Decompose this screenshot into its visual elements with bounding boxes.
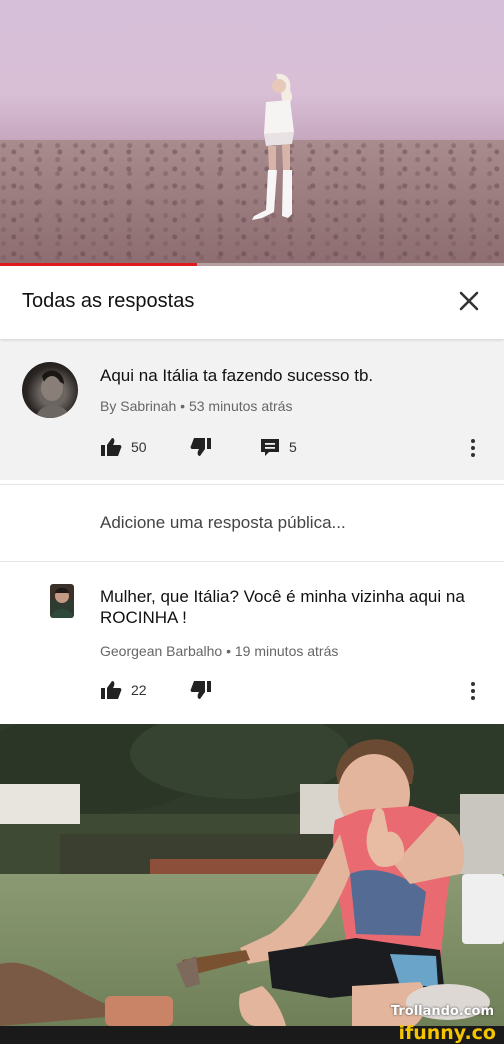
- thumbs-up-icon: [101, 681, 122, 699]
- trollando-watermark: Trollando.com: [390, 1004, 494, 1019]
- comment-actions: 22: [100, 679, 490, 703]
- add-reply-box: Adicione uma resposta pública...: [0, 484, 504, 562]
- reply-count: 5: [289, 439, 297, 455]
- comment-actions: 50 5: [100, 436, 490, 460]
- like-button[interactable]: 22: [100, 679, 147, 701]
- comment-icon: [261, 439, 279, 456]
- video-frame-person: [252, 73, 294, 220]
- replies-title: Todas as respostas: [22, 290, 195, 312]
- comment-meta: Georgean Barbalho • 19 minutos atrás: [100, 643, 339, 659]
- reaction-photo: [0, 724, 504, 1026]
- more-options-icon[interactable]: [466, 436, 480, 460]
- like-count: 50: [131, 439, 147, 455]
- avatar-photo: [36, 370, 70, 418]
- comment-meta: By Sabrinah • 53 minutos atrás: [100, 398, 293, 414]
- comment-text: Mulher, que Itália? Você é minha vizinha…: [100, 587, 465, 627]
- thumbs-down-icon: [190, 438, 211, 456]
- reply-input[interactable]: Adicione uma resposta pública...: [100, 513, 346, 533]
- parent-comment: Aqui na Itália ta fazendo sucesso tb. By…: [0, 342, 504, 480]
- avatar-photo: [51, 587, 73, 618]
- boy-thumbs-up-photo: [0, 724, 504, 1026]
- video-player[interactable]: [0, 0, 504, 266]
- more-options-icon[interactable]: [466, 679, 480, 703]
- avatar[interactable]: [22, 362, 78, 418]
- ifunny-watermark: ifunny.co: [398, 1022, 496, 1044]
- replies-header: Todas as respostas: [0, 266, 504, 340]
- comment-text: Aqui na Itália ta fazendo sucesso tb.: [100, 366, 374, 385]
- thumbs-down-icon: [190, 681, 211, 699]
- like-count: 22: [131, 682, 147, 698]
- avatar[interactable]: [50, 584, 74, 618]
- dislike-button[interactable]: [190, 436, 212, 458]
- close-icon[interactable]: [454, 286, 484, 316]
- thumbs-up-icon: [101, 438, 122, 456]
- like-button[interactable]: 50: [100, 436, 147, 458]
- reply-comment: Mulher, que Itália? Você é minha vizinha…: [0, 566, 504, 722]
- dislike-button[interactable]: [190, 679, 212, 701]
- reply-count-button[interactable]: 5: [260, 436, 297, 458]
